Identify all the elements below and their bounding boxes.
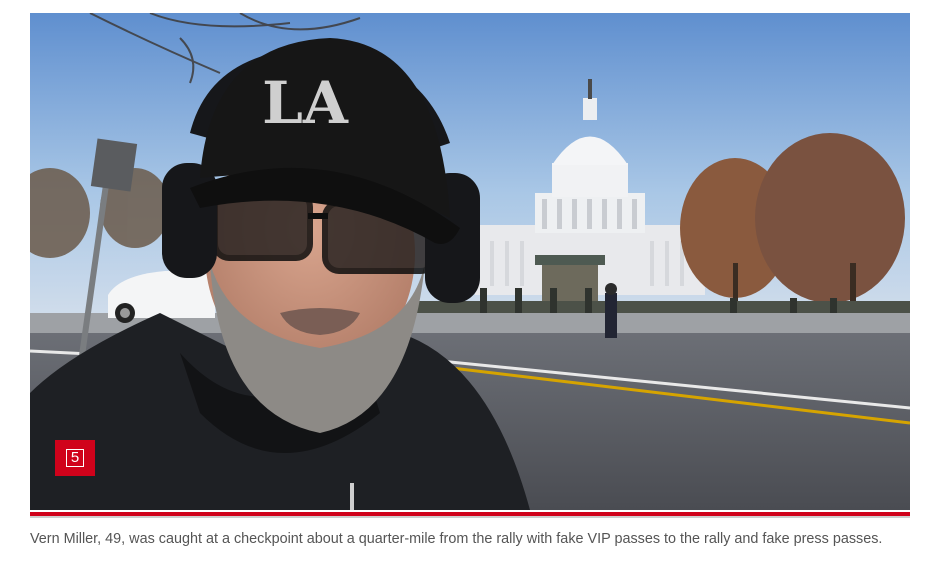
caption-divider-shadow [30,516,910,518]
article-photo[interactable]: LA [30,13,910,510]
photo-illustration: LA [30,13,910,510]
gallery-count-badge[interactable]: 5 [55,440,95,476]
photo-caption: Vern Miller, 49, was caught at a checkpo… [30,531,883,547]
photo-count-icon: 5 [66,449,84,467]
article-figure: LA 5 Vern Miller, 49, was caught at a ch… [0,0,930,586]
cap-logo-text: LA [262,69,349,137]
